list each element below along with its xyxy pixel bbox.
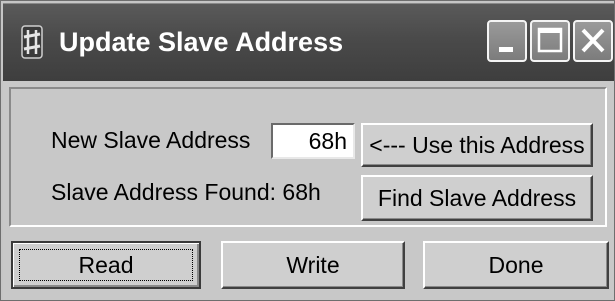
found-address-label: Slave Address Found: 68h xyxy=(51,179,321,205)
done-button[interactable]: Done xyxy=(423,241,609,289)
close-icon xyxy=(581,28,605,53)
title-bar[interactable]: Update Slave Address xyxy=(3,3,614,81)
new-address-label: New Slave Address xyxy=(51,127,251,153)
use-address-button[interactable]: <--- Use this Address xyxy=(361,123,593,167)
new-address-input[interactable] xyxy=(271,123,355,159)
write-button[interactable]: Write xyxy=(221,241,405,289)
minimize-icon xyxy=(499,47,513,52)
maximize-button[interactable] xyxy=(530,20,570,62)
close-button[interactable] xyxy=(573,20,613,62)
sharp-icon xyxy=(19,22,45,62)
maximize-icon xyxy=(537,27,563,53)
read-button-label: Read xyxy=(78,252,134,278)
dialog-body: New Slave Address <--- Use this Address … xyxy=(3,81,614,300)
read-button[interactable]: Read xyxy=(11,241,201,289)
minimize-button[interactable] xyxy=(487,20,527,62)
address-group: New Slave Address <--- Use this Address … xyxy=(9,87,607,227)
window-title: Update Slave Address xyxy=(59,27,344,57)
dialog-window: Update Slave Address New Slave Address <… xyxy=(0,0,615,301)
find-address-button[interactable]: Find Slave Address xyxy=(361,175,593,221)
